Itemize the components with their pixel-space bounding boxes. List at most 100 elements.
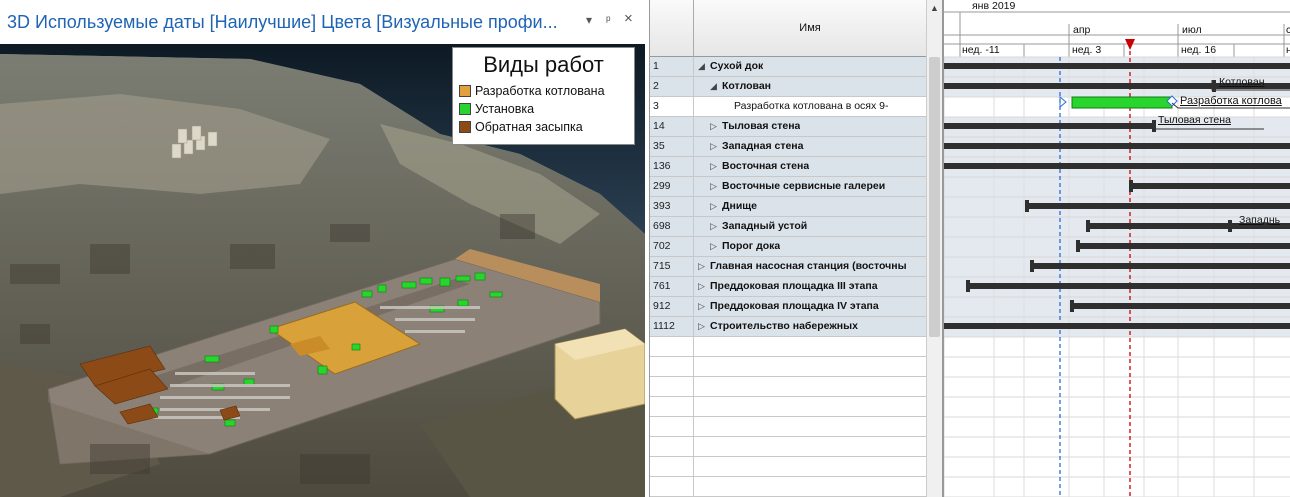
expand-icon[interactable]: ▷ bbox=[710, 137, 722, 156]
row-name-cell: ▷ Преддоковая площадка IV этапа bbox=[698, 297, 879, 316]
gantt-canvas[interactable] bbox=[944, 0, 1290, 497]
gantt-row-background bbox=[944, 436, 1290, 458]
gantt-bar-label: Разработка котлова bbox=[1180, 95, 1282, 107]
id-column-header[interactable] bbox=[650, 0, 694, 57]
table-row[interactable]: 702 ▷ Порог дока bbox=[650, 237, 926, 257]
empty-table-row bbox=[650, 357, 926, 377]
legend-item: Разработка котлована bbox=[459, 83, 605, 99]
row-id-cell: 761 bbox=[650, 277, 694, 296]
work-types-legend: Виды работ Разработка котлована Установк… bbox=[452, 47, 635, 145]
row-id-cell bbox=[650, 337, 694, 356]
scroll-up-icon[interactable]: ▲ bbox=[930, 3, 939, 13]
row-id-cell bbox=[650, 417, 694, 436]
expand-icon[interactable]: ▷ bbox=[710, 237, 722, 256]
expand-icon[interactable]: ▷ bbox=[698, 277, 710, 296]
panel-close-icon[interactable]: × bbox=[624, 10, 633, 27]
row-id-cell bbox=[650, 457, 694, 476]
table-row[interactable]: 136 ▷ Восточная стена bbox=[650, 157, 926, 177]
empty-table-row bbox=[650, 377, 926, 397]
row-name-cell: ▷ Восточные сервисные галереи bbox=[710, 177, 885, 196]
row-id-cell: 2 bbox=[650, 77, 694, 96]
row-name-cell: Разработка котлована в осях 9- bbox=[734, 97, 889, 116]
expand-icon[interactable]: ▷ bbox=[698, 297, 710, 316]
gantt-row-background bbox=[944, 416, 1290, 438]
legend-item: Установка bbox=[459, 101, 534, 117]
expand-icon[interactable]: ▷ bbox=[710, 157, 722, 176]
row-id-cell: 1112 bbox=[650, 317, 694, 336]
gantt-bar-label: Западнь bbox=[1239, 214, 1281, 226]
timescale-year: янв 2019 bbox=[972, 0, 1016, 12]
table-row[interactable]: 393 ▷ Днище bbox=[650, 197, 926, 217]
collapse-icon[interactable]: ◢ bbox=[698, 57, 710, 76]
gantt-row-background bbox=[944, 396, 1290, 418]
row-id-cell: 14 bbox=[650, 117, 694, 136]
legend-swatch-excavation bbox=[459, 85, 471, 97]
timescale-month: апр bbox=[1073, 24, 1091, 36]
row-name-label: Разработка котлована в осях 9- bbox=[734, 100, 889, 112]
legend-label: Обратная засыпка bbox=[475, 120, 583, 134]
gantt-row-background bbox=[944, 356, 1290, 378]
expand-icon[interactable]: ▷ bbox=[710, 177, 722, 196]
row-id-cell: 393 bbox=[650, 197, 694, 216]
legend-label: Разработка котлована bbox=[475, 84, 605, 98]
gantt-bar bbox=[944, 163, 1290, 169]
empty-table-row bbox=[650, 397, 926, 417]
table-row[interactable]: 698 ▷ Западный устой bbox=[650, 217, 926, 237]
legend-item: Обратная засыпка bbox=[459, 119, 583, 135]
3d-view-panel: 3D Используемые даты [Наилучшие] Цвета [… bbox=[0, 0, 645, 497]
grid-header: Имя bbox=[650, 0, 942, 57]
gantt-bar bbox=[944, 63, 1290, 69]
row-name-cell: ▷ Главная насосная станция (восточны bbox=[698, 257, 907, 276]
table-row[interactable]: 1 ◢ Сухой док bbox=[650, 57, 926, 77]
row-name-cell: ▷ Западный устой bbox=[710, 217, 807, 236]
row-name-cell: ▷ Порог дока bbox=[710, 237, 780, 256]
table-row[interactable]: 299 ▷ Восточные сервисные галереи bbox=[650, 177, 926, 197]
table-row[interactable]: 14 ▷ Тыловая стена bbox=[650, 117, 926, 137]
name-column-header[interactable]: Имя bbox=[694, 22, 926, 34]
row-name-label: Тыловая стена bbox=[722, 120, 801, 132]
table-row[interactable]: 35 ▷ Западная стена bbox=[650, 137, 926, 157]
row-id-cell bbox=[650, 477, 694, 496]
table-row[interactable]: 912 ▷ Преддоковая площадка IV этапа bbox=[650, 297, 926, 317]
timescale-week: нед. 3 bbox=[1072, 44, 1102, 56]
collapse-icon[interactable]: ◢ bbox=[710, 77, 722, 96]
gantt-bar-label: Тыловая стена bbox=[1158, 114, 1231, 126]
expand-icon[interactable]: ▷ bbox=[710, 217, 722, 236]
row-name-cell: ▷ Днище bbox=[710, 197, 757, 216]
table-row[interactable]: 761 ▷ Преддоковая площадка III этапа bbox=[650, 277, 926, 297]
3d-view-title-bar: 3D Используемые даты [Наилучшие] Цвета [… bbox=[0, 0, 645, 44]
panel-dropdown-icon[interactable]: ▾ bbox=[586, 13, 592, 27]
expand-icon[interactable]: ▷ bbox=[698, 257, 710, 276]
gantt-bar bbox=[968, 283, 1290, 289]
row-name-label: Строительство набережных bbox=[710, 320, 858, 332]
row-name-cell: ▷ Преддоковая площадка III этапа bbox=[698, 277, 878, 296]
row-name-cell: ◢ Котлован bbox=[710, 77, 771, 96]
row-id-cell bbox=[650, 357, 694, 376]
row-id-cell bbox=[650, 397, 694, 416]
table-row[interactable]: 1112 ▷ Строительство набережных bbox=[650, 317, 926, 337]
row-id-cell: 35 bbox=[650, 137, 694, 156]
row-name-label: Восточная стена bbox=[722, 160, 810, 172]
row-id-cell: 912 bbox=[650, 297, 694, 316]
empty-table-row bbox=[650, 337, 926, 357]
gantt-bar bbox=[1078, 243, 1290, 249]
expand-icon[interactable]: ▷ bbox=[710, 117, 722, 136]
expand-icon[interactable]: ▷ bbox=[698, 317, 710, 336]
vertical-scrollbar[interactable]: ▲ bbox=[926, 0, 942, 497]
timescale-month: июл bbox=[1182, 24, 1202, 36]
3d-view-title: 3D Используемые даты [Наилучшие] Цвета [… bbox=[7, 11, 558, 32]
table-row[interactable]: 715 ▷ Главная насосная станция (восточны bbox=[650, 257, 926, 277]
panel-pin-icon[interactable]: ᵖ bbox=[606, 13, 611, 27]
empty-table-row bbox=[650, 477, 926, 497]
gantt-bar bbox=[1130, 183, 1290, 189]
expand-icon[interactable]: ▷ bbox=[710, 197, 722, 216]
row-id-cell: 702 bbox=[650, 237, 694, 256]
gantt-row-background bbox=[944, 376, 1290, 398]
table-row[interactable]: 3 Разработка котлована в осях 9- bbox=[650, 97, 926, 117]
scrollbar-thumb[interactable] bbox=[929, 57, 940, 337]
empty-table-row bbox=[650, 457, 926, 477]
table-row[interactable]: 2 ◢ Котлован bbox=[650, 77, 926, 97]
gantt-bar bbox=[1032, 263, 1290, 269]
gantt-chart: янв 2019 апр июл с нед. -11 нед. 3 нед. … bbox=[942, 0, 1290, 497]
row-name-label: Преддоковая площадка III этапа bbox=[710, 280, 878, 292]
